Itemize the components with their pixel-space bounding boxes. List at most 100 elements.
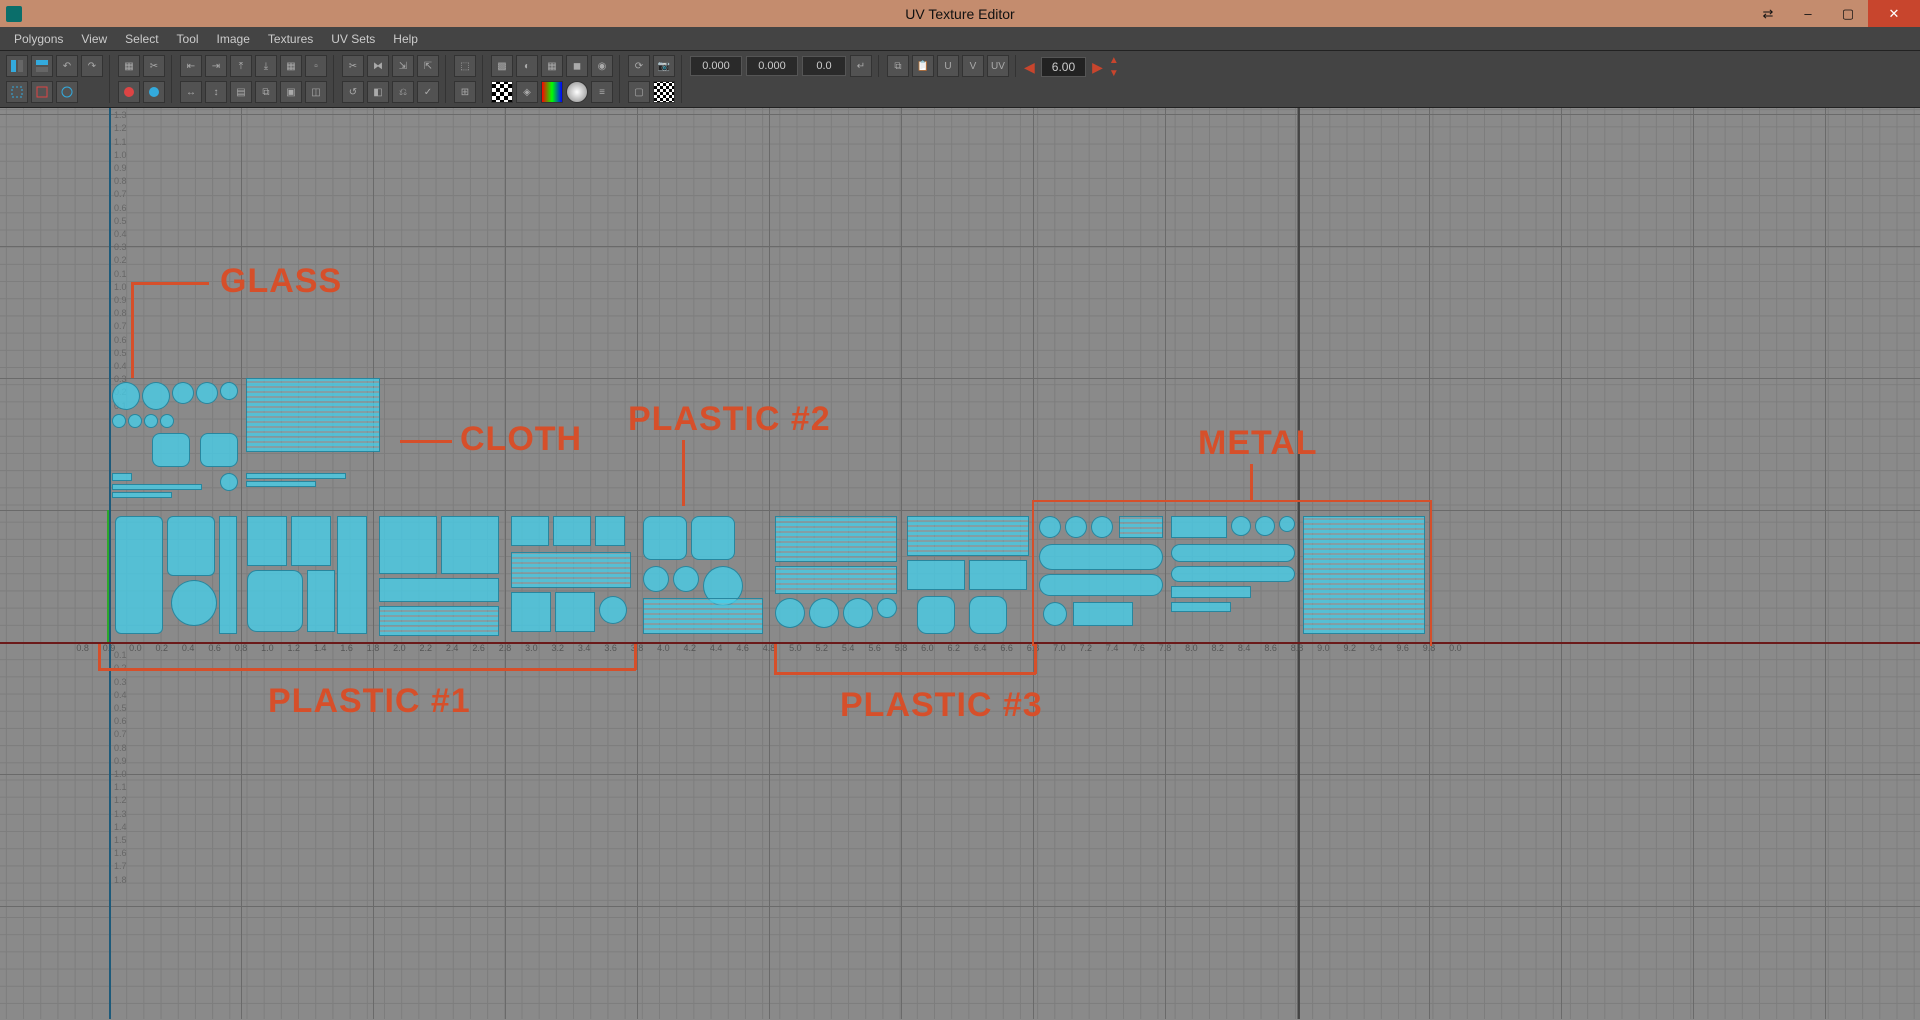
relax-icon[interactable] — [143, 81, 165, 103]
filtered-icon[interactable]: ◈ — [516, 81, 538, 103]
rotate-cw-icon[interactable]: ↷ — [81, 55, 103, 77]
ruler-h-tick: 6.4 — [974, 643, 987, 653]
texture-border-icon[interactable]: ▢ — [628, 81, 650, 103]
isolate-icon[interactable]: ⬚ — [454, 55, 476, 77]
cycle-icon[interactable]: ↺ — [342, 81, 364, 103]
spread-v-icon[interactable]: ↕ — [205, 81, 227, 103]
maximize-button[interactable]: ▢ — [1828, 0, 1868, 27]
checker-density-icon[interactable] — [653, 81, 675, 103]
ruler-h-tick: 0.2 — [156, 643, 169, 653]
menu-textures[interactable]: Textures — [260, 29, 321, 49]
alpha-icon[interactable] — [566, 81, 588, 103]
ruler-h-tick: 4.6 — [736, 643, 749, 653]
ruler-v-tick: 0.7 — [114, 189, 127, 199]
close-button[interactable]: ✕ — [1868, 0, 1920, 27]
wire-icon[interactable]: ▦ — [541, 55, 563, 77]
ruler-h-tick: 0.6 — [208, 643, 221, 653]
paste-v-icon[interactable]: V — [962, 55, 984, 77]
recent-button[interactable]: ⇄ — [1748, 0, 1788, 27]
annotation-metal-bracket — [1032, 500, 1432, 646]
select-connected-icon[interactable] — [56, 81, 78, 103]
spinner-value[interactable]: 6.00 — [1041, 57, 1086, 77]
u-value-input[interactable] — [690, 56, 742, 76]
spinner-up-icon[interactable]: ▲ — [1109, 55, 1119, 66]
snap-together-icon[interactable]: ⧉ — [255, 81, 277, 103]
isolate-add-icon[interactable]: ⊞ — [454, 81, 476, 103]
menu-image[interactable]: Image — [209, 29, 258, 49]
minimize-button[interactable]: – — [1788, 0, 1828, 27]
sew-icon[interactable]: ⧓ — [367, 55, 389, 77]
distortion-icon[interactable]: ◉ — [591, 55, 613, 77]
ruler-h-tick: 1.8 — [367, 643, 380, 653]
best-plane-icon[interactable]: ◧ — [367, 81, 389, 103]
annotation-plastic1-line-l — [98, 644, 101, 670]
move-sew-icon[interactable]: ✂ — [143, 55, 165, 77]
ruler-v-tick: 0.8 — [114, 176, 127, 186]
tool-group-edit: ⟳ 📷 ▢ — [628, 55, 682, 103]
apply-transform-icon[interactable]: ↵ — [850, 55, 872, 77]
ruler-v-tick: 0.1 — [114, 650, 127, 660]
tool-group-values: ↵ — [690, 55, 879, 77]
tool-group-spinner: ◀ 6.00 ▶ ▲ ▼ — [1024, 55, 1125, 79]
spinner-left-icon[interactable]: ◀ — [1024, 59, 1035, 76]
ruler-h-tick: 6.2 — [948, 643, 961, 653]
spinner-down-icon[interactable]: ▼ — [1109, 68, 1119, 79]
unitize-icon[interactable]: ◫ — [305, 81, 327, 103]
align-min-u-icon[interactable]: ⇤ — [180, 55, 202, 77]
align-max-u-icon[interactable]: ⇥ — [205, 55, 227, 77]
annotation-plastic3-label: Plastic #3 — [840, 686, 1043, 725]
lattice-icon[interactable]: ▦ — [118, 55, 140, 77]
unfold-icon[interactable]: ⎌ — [392, 81, 414, 103]
grid-snap-icon[interactable]: ▦ — [280, 55, 302, 77]
ruler-v-tick: 0.9 — [114, 163, 127, 173]
align-max-v-icon[interactable]: ⤓ — [255, 55, 277, 77]
rotate-value-input[interactable] — [802, 56, 846, 76]
merge-icon[interactable]: ⇱ — [417, 55, 439, 77]
select-shell-icon[interactable] — [6, 81, 28, 103]
rotate-ccw-icon[interactable]: ↶ — [56, 55, 78, 77]
ruler-v-tick: 0.8 — [114, 308, 127, 318]
dimmer-icon[interactable]: ◐ — [516, 55, 538, 77]
menu-tool[interactable]: Tool — [169, 29, 207, 49]
menu-help[interactable]: Help — [385, 29, 426, 49]
cut-icon[interactable]: ✂ — [342, 55, 364, 77]
flip-v-icon[interactable] — [31, 55, 53, 77]
ruler-h-tick: 5.4 — [842, 643, 855, 653]
spinner-right-icon[interactable]: ▶ — [1092, 59, 1103, 76]
smooth-icon[interactable] — [118, 81, 140, 103]
ruler-h-tick: 5.8 — [895, 643, 908, 653]
ruler-h-tick: 3.0 — [525, 643, 538, 653]
pixel-snap-icon[interactable]: ▫ — [305, 55, 327, 77]
checker-icon[interactable] — [491, 81, 513, 103]
annotation-glass-label: GLASS — [220, 262, 342, 301]
menu-view[interactable]: View — [73, 29, 115, 49]
menu-uvsets[interactable]: UV Sets — [323, 29, 383, 49]
flip-u-icon[interactable] — [6, 55, 28, 77]
paste-uv-icon[interactable]: UV — [987, 55, 1009, 77]
v-value-input[interactable] — [746, 56, 798, 76]
uv-viewport[interactable]: 0.80.90.00.20.40.60.81.01.21.41.61.82.02… — [0, 108, 1920, 1019]
align-min-v-icon[interactable]: ⤒ — [230, 55, 252, 77]
bake-icon[interactable]: ≡ — [591, 81, 613, 103]
spread-u-icon[interactable]: ↔ — [180, 81, 202, 103]
optimize-icon[interactable]: ✓ — [417, 81, 439, 103]
select-border-icon[interactable] — [31, 81, 53, 103]
snapshot-icon[interactable]: 📷 — [653, 55, 675, 77]
ruler-h-tick: 2.4 — [446, 643, 459, 653]
refresh-icon[interactable]: ⟳ — [628, 55, 650, 77]
ruler-h-tick: 4.0 — [657, 643, 670, 653]
normalize-icon[interactable]: ▣ — [280, 81, 302, 103]
ruler-h-tick: 3.8 — [631, 643, 644, 653]
layout-icon[interactable]: ▤ — [230, 81, 252, 103]
paste-u-icon[interactable]: U — [937, 55, 959, 77]
annotation-plastic1-label: Plastic #1 — [268, 682, 471, 721]
menu-polygons[interactable]: Polygons — [6, 29, 71, 49]
split-icon[interactable]: ⇲ — [392, 55, 414, 77]
shaded-icon[interactable]: ◼ — [566, 55, 588, 77]
copy-icon[interactable]: ⧉ — [887, 55, 909, 77]
paste-icon[interactable]: 📋 — [912, 55, 934, 77]
image-toggle-icon[interactable]: ▩ — [491, 55, 513, 77]
ruler-h-tick: 6.0 — [921, 643, 934, 653]
menu-select[interactable]: Select — [117, 29, 166, 49]
rgb-icon[interactable] — [541, 81, 563, 103]
